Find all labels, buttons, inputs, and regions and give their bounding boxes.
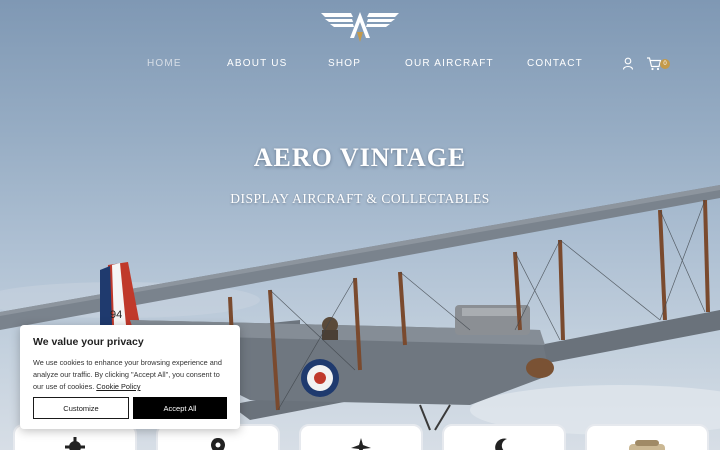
cookie-policy-link[interactable]: Cookie Policy (96, 382, 140, 391)
cookie-banner-text: We use cookies to enhance your browsing … (33, 357, 229, 393)
cookie-banner-title: We value your privacy (33, 336, 144, 348)
winged-a-logo[interactable] (321, 10, 399, 44)
nav-our-aircraft[interactable]: OUR AIRCRAFT (405, 58, 494, 69)
feature-card[interactable] (299, 424, 423, 450)
moon-icon (495, 438, 507, 450)
cookie-button-row: Customize Accept All (33, 397, 227, 419)
nav-about-us[interactable]: ABOUT US (227, 58, 288, 69)
plane-icon (351, 438, 371, 450)
customize-button[interactable]: Customize (33, 397, 129, 419)
aircraft-photo (629, 440, 665, 450)
cookie-consent-banner: We value your privacy We use cookies to … (20, 325, 240, 429)
cart-count-badge: 0 (660, 59, 670, 69)
gear-icon (65, 437, 85, 450)
feature-card[interactable] (442, 424, 566, 450)
hero-title: AERO VINTAGE (253, 143, 467, 172)
nav-home[interactable]: HOME (147, 58, 182, 69)
main-nav: HOME ABOUT US SHOP OUR AIRCRAFT CONTACT (0, 58, 720, 72)
serial-number: 94 (110, 309, 122, 321)
hero-subtitle: DISPLAY AIRCRAFT & COLLECTABLES (230, 191, 490, 206)
nav-contact[interactable]: CONTACT (527, 58, 583, 69)
nav-shop[interactable]: SHOP (328, 58, 361, 69)
user-icon[interactable] (622, 57, 634, 71)
feature-card[interactable] (585, 424, 709, 450)
accept-all-button[interactable]: Accept All (133, 397, 227, 419)
location-pin-icon (211, 438, 225, 450)
